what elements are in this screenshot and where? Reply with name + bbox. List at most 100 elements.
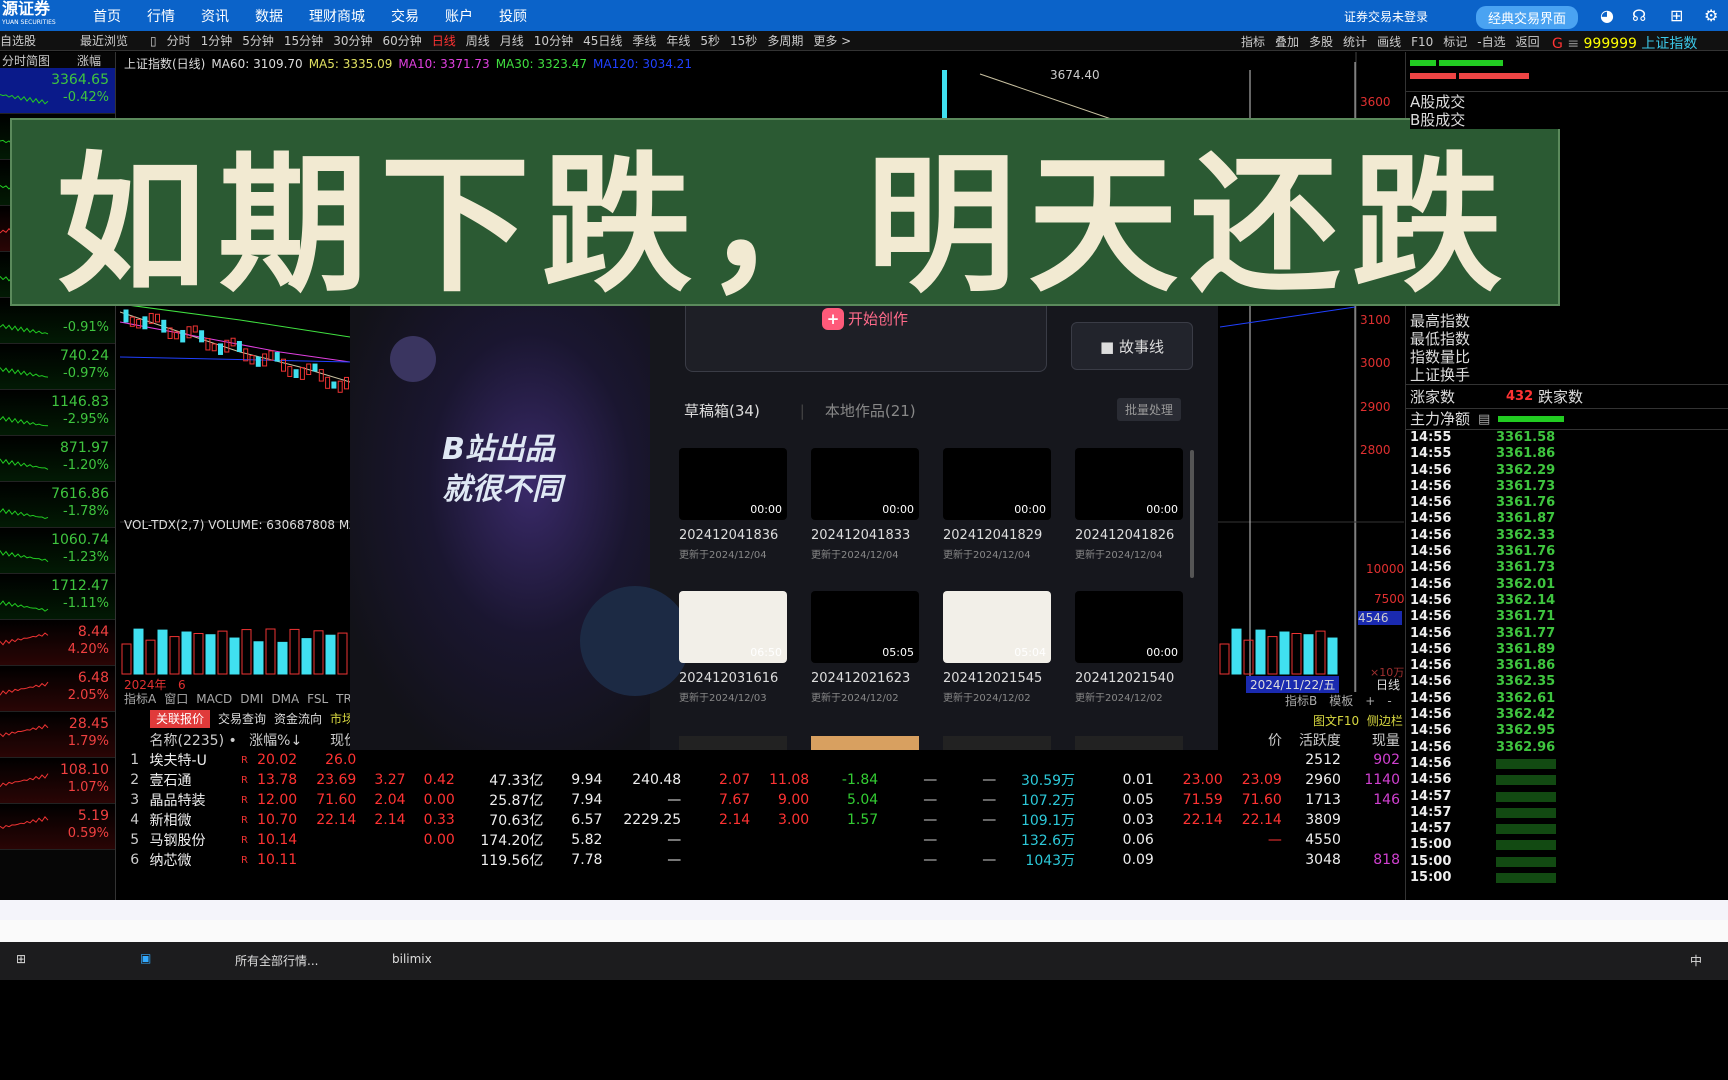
tool-2[interactable]: 多股 xyxy=(1309,35,1333,49)
tool-4[interactable]: 画线 xyxy=(1377,35,1401,49)
nav-item[interactable]: 账户 xyxy=(445,6,473,26)
nav-item[interactable]: 资讯 xyxy=(201,6,229,26)
tab-local-works[interactable]: 本地作品(21) xyxy=(825,402,916,420)
watchlist-item[interactable]: 1712.47 -1.11% xyxy=(0,574,115,620)
table-row[interactable]: 2 壹石通 R 13.78 23.69 3.27 0.42 47.33亿 9.94 240.48 2… xyxy=(120,770,1400,790)
tick-list[interactable]: 14:55 3361.58 14:55 3361.86 14:56 3362.29 14:5… xyxy=(1406,430,1728,886)
indicator-tab[interactable]: 窗口 xyxy=(164,692,188,706)
draft-name[interactable]: 202412041826 xyxy=(1075,528,1174,543)
storyline-button[interactable]: ■ 故事线 xyxy=(1071,322,1193,370)
draft-name[interactable]: 202412041829 xyxy=(943,528,1042,543)
period-2[interactable]: 5分钟 xyxy=(242,32,274,49)
indicator-tab-right[interactable]: + xyxy=(1365,694,1375,708)
scrollbar[interactable] xyxy=(1190,450,1194,578)
tool-5[interactable]: F10 xyxy=(1411,35,1433,49)
app-icon[interactable]: ▣ xyxy=(140,951,151,965)
draft-thumbnail[interactable]: 00:00 xyxy=(811,448,919,520)
watchlist-item[interactable]: 108.10 1.07% xyxy=(0,758,115,804)
watchlist-item[interactable]: 6.48 2.05% xyxy=(0,666,115,712)
period-4[interactable]: 30分钟 xyxy=(333,32,372,49)
draft-thumbnail[interactable]: 00:00 xyxy=(943,448,1051,520)
related-tab[interactable]: 交易查询 xyxy=(218,712,266,726)
sidebar-link[interactable]: 侧边栏 xyxy=(1367,714,1403,728)
period-7[interactable]: 周线 xyxy=(466,32,490,49)
watchlist-item[interactable]: 740.24 -0.97% xyxy=(0,344,115,390)
period-14[interactable]: 15秒 xyxy=(730,32,757,49)
login-status[interactable]: 证券交易未登录 xyxy=(1344,8,1428,25)
period-11[interactable]: 季线 xyxy=(632,32,656,49)
indicator-tab[interactable]: DMI xyxy=(240,692,263,706)
period-6[interactable]: 日线 xyxy=(432,32,456,49)
gear-icon[interactable]: ⚙ xyxy=(1704,6,1718,25)
watchlist-item[interactable]: 871.97 -1.20% xyxy=(0,436,115,482)
table-row[interactable]: 6 纳芯微 R 10.11 119.56亿 7.78 — — — 1043万 0.09 3048 818 xyxy=(120,850,1400,870)
start-icon[interactable]: ⊞ xyxy=(16,952,26,966)
draft-name[interactable]: 202412041836 xyxy=(679,528,778,543)
watchlist-item[interactable]: 1060.74 -1.23% xyxy=(0,528,115,574)
period-12[interactable]: 年线 xyxy=(666,32,690,49)
table-row[interactable]: 4 新相微 R 10.70 22.14 2.14 0.33 70.63亿 6.57 2229.25… xyxy=(120,810,1400,830)
period-9[interactable]: 10分钟 xyxy=(534,32,573,49)
draft-thumbnail[interactable]: 06:50 xyxy=(679,591,787,663)
nav-item[interactable]: 首页 xyxy=(93,6,121,26)
table-row[interactable]: 1 埃夫特-U R 20.02 26.0 2512 902 xyxy=(120,750,1400,770)
period-5[interactable]: 60分钟 xyxy=(382,32,421,49)
draft-thumbnail[interactable]: 00:00 xyxy=(1075,591,1183,663)
nav-item[interactable]: 行情 xyxy=(147,6,175,26)
nav-item[interactable]: 投顾 xyxy=(499,6,527,26)
panel-toggle-icon[interactable]: ▯ xyxy=(150,34,157,48)
indicator-tab-right[interactable]: 模板 xyxy=(1329,694,1353,708)
taskbar-item[interactable]: 所有全部行情... xyxy=(235,952,355,969)
period-3[interactable]: 15分钟 xyxy=(284,32,323,49)
headset-icon[interactable]: ☊ xyxy=(1632,6,1646,25)
classic-trade-button[interactable]: 经典交易界面 xyxy=(1476,6,1579,29)
table-row[interactable]: 3 晶品特装 R 12.00 71.60 2.04 0.00 25.87亿 7.94 — 7.67 9… xyxy=(120,790,1400,810)
nav-item[interactable]: 理财商城 xyxy=(309,6,365,26)
f10-link[interactable]: 图文F10 xyxy=(1313,714,1359,728)
period-16[interactable]: 更多 > xyxy=(813,32,851,49)
indicator-tab[interactable]: FSL xyxy=(307,692,328,706)
watchlist-item[interactable]: 1146.83 -2.95% xyxy=(0,390,115,436)
period-0[interactable]: 分时 xyxy=(167,32,191,49)
nav-item[interactable]: 数据 xyxy=(255,6,283,26)
watchlist-item[interactable]: 8.44 4.20% xyxy=(0,620,115,666)
period-8[interactable]: 月线 xyxy=(500,32,524,49)
draft-name[interactable]: 202412041833 xyxy=(811,528,910,543)
column-header[interactable]: 涨幅%↓ xyxy=(249,730,302,750)
column-header[interactable]: 名称(2235) • xyxy=(149,730,236,750)
nav-item[interactable]: 交易 xyxy=(391,6,419,26)
draft-thumbnail-partial[interactable] xyxy=(1075,736,1183,750)
ime-indicator[interactable]: 中 xyxy=(1690,952,1702,969)
tool-3[interactable]: 统计 xyxy=(1343,35,1367,49)
indicator-tab[interactable]: DMA xyxy=(271,692,299,706)
period-15[interactable]: 多周期 xyxy=(767,32,803,49)
toolbar-tab[interactable]: 自选股 xyxy=(0,32,70,49)
tab-drafts[interactable]: 草稿箱(34) xyxy=(684,402,760,420)
indicator-tab[interactable]: MACD xyxy=(196,692,232,706)
tool-1[interactable]: 叠加 xyxy=(1275,35,1299,49)
draft-name[interactable]: 202412021540 xyxy=(1075,671,1174,686)
draft-thumbnail-partial[interactable] xyxy=(943,736,1051,750)
draft-name[interactable]: 202412021623 xyxy=(811,671,910,686)
tool-8[interactable]: 返回 xyxy=(1516,35,1540,49)
indicator-tab-right[interactable]: - xyxy=(1387,694,1391,708)
period-13[interactable]: 5秒 xyxy=(700,32,720,49)
grid-icon[interactable]: ⊞ xyxy=(1670,6,1683,25)
draft-thumbnail-partial[interactable] xyxy=(679,736,787,750)
indicator-tab-right[interactable]: 指标B xyxy=(1285,694,1317,708)
indicator-tab[interactable]: 指标A xyxy=(124,692,156,706)
tool-6[interactable]: 标记 xyxy=(1443,35,1467,49)
draft-thumbnail-partial[interactable] xyxy=(811,736,919,750)
column-header[interactable]: 现量 xyxy=(1341,730,1400,750)
draft-name[interactable]: 202412021545 xyxy=(943,671,1042,686)
draft-thumbnail[interactable]: 05:05 xyxy=(811,591,919,663)
draft-thumbnail[interactable]: 00:00 xyxy=(679,448,787,520)
tool-7[interactable]: -自选 xyxy=(1477,35,1505,49)
draft-name[interactable]: 202412031616 xyxy=(679,671,778,686)
draft-thumbnail[interactable]: 05:04 xyxy=(943,591,1051,663)
batch-button[interactable]: 批量处理 xyxy=(1117,398,1182,421)
watchlist-item[interactable]: 28.45 1.79% xyxy=(0,712,115,758)
watchlist-item[interactable]: 5.19 0.59% xyxy=(0,804,115,850)
toolbar-tab[interactable]: 最近浏览 xyxy=(80,32,140,49)
column-header[interactable]: 活跃度 xyxy=(1282,730,1341,750)
